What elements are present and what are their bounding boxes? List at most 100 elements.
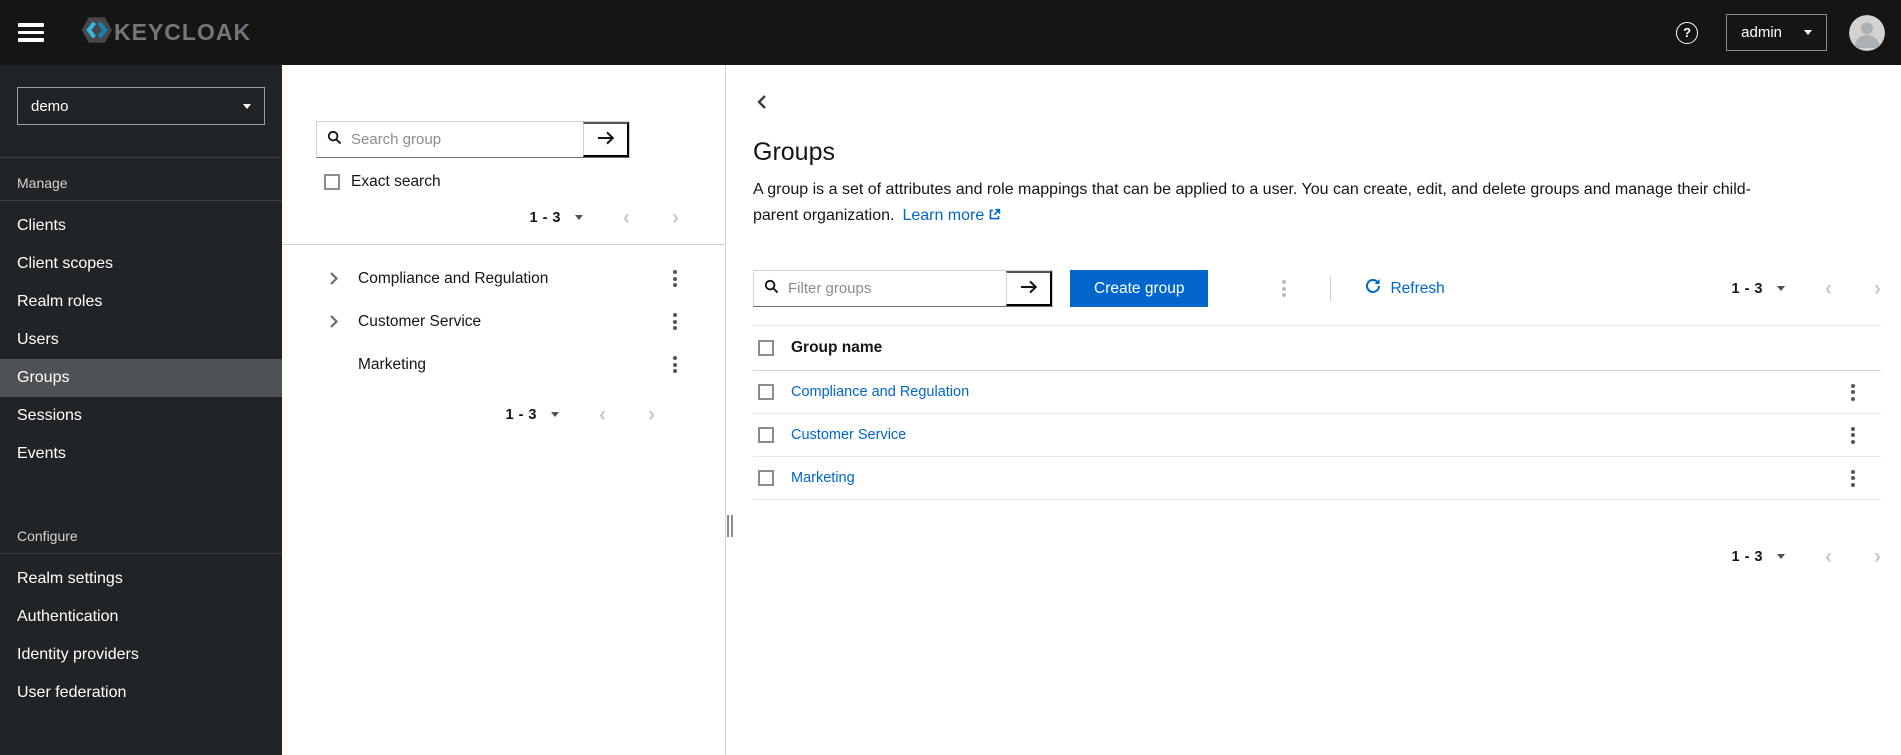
pagination-prev-icon[interactable]: ‹ xyxy=(599,404,606,425)
sidebar-item-client-scopes[interactable]: Client scopes xyxy=(0,245,282,283)
filter-groups-submit-button[interactable] xyxy=(1006,271,1052,307)
select-all-checkbox[interactable] xyxy=(758,340,774,357)
refresh-icon xyxy=(1365,278,1381,299)
sidebar-item-users[interactable]: Users xyxy=(0,321,282,359)
kebab-menu-icon[interactable] xyxy=(671,354,679,375)
splitter-drag-handle-icon[interactable] xyxy=(727,515,733,537)
realm-selector-value: demo xyxy=(31,97,69,115)
refresh-button[interactable]: Refresh xyxy=(1365,278,1445,299)
group-link[interactable]: Marketing xyxy=(791,470,855,486)
group-tree-panel: Exact search 1 - 3 ‹ › Compliance and Re… xyxy=(282,65,725,755)
table-pagination-bottom: 1 - 3 ‹ › xyxy=(753,546,1881,567)
filter-groups-control xyxy=(753,270,1053,308)
topbar: KEYCLOAK ? admin xyxy=(0,0,1901,65)
table-header-row: Group name xyxy=(753,326,1881,372)
tree-item-label[interactable]: Compliance and Regulation xyxy=(358,270,671,288)
collapse-panel-chevron-left-icon[interactable] xyxy=(753,93,770,114)
row-checkbox[interactable] xyxy=(758,470,774,487)
divider xyxy=(1330,275,1332,302)
tree-item-compliance-and-regulation: Compliance and Regulation xyxy=(282,257,725,300)
page-description: A group is a set of attributes and role … xyxy=(753,181,1751,224)
pagination-range-toggle[interactable]: 1 - 3 xyxy=(505,407,559,423)
group-search-control xyxy=(316,121,630,158)
kebab-menu-icon[interactable] xyxy=(671,311,679,332)
row-kebab-menu-icon[interactable] xyxy=(1849,382,1857,403)
row-kebab-menu-icon[interactable] xyxy=(1849,425,1857,446)
page-title: Groups xyxy=(753,138,835,166)
sidebar-item-sessions[interactable]: Sessions xyxy=(0,397,282,435)
sidebar-item-clients[interactable]: Clients xyxy=(0,207,282,245)
pagination-prev-icon[interactable]: ‹ xyxy=(623,207,630,228)
table-row: Compliance and Regulation xyxy=(753,371,1881,415)
pagination-prev-icon[interactable]: ‹ xyxy=(1825,546,1832,567)
column-header-group-name: Group name xyxy=(791,339,883,357)
tree-item-label[interactable]: Customer Service xyxy=(358,313,671,331)
group-search-input[interactable] xyxy=(351,131,573,148)
nav-toggle-hamburger-icon[interactable] xyxy=(18,23,44,42)
groups-table: Group name Compliance and Regulation Cus… xyxy=(753,325,1881,501)
help-icon[interactable]: ? xyxy=(1676,21,1699,44)
arrow-right-icon xyxy=(1020,280,1038,297)
exact-search-checkbox[interactable] xyxy=(324,174,340,190)
toolbar-kebab-menu-icon[interactable] xyxy=(1280,278,1288,299)
panel-resize-splitter[interactable] xyxy=(725,65,733,755)
caret-down-icon xyxy=(575,215,583,220)
pagination-prev-icon[interactable]: ‹ xyxy=(1825,278,1832,299)
refresh-label: Refresh xyxy=(1390,279,1445,297)
avatar[interactable] xyxy=(1849,14,1885,51)
sidebar-item-groups[interactable]: Groups xyxy=(0,359,282,397)
tree-pagination-top: 1 - 3 ‹ › xyxy=(282,207,725,228)
learn-more-link[interactable]: Learn more xyxy=(902,207,1001,224)
sidebar-item-realm-roles[interactable]: Realm roles xyxy=(0,283,282,321)
kebab-menu-icon[interactable] xyxy=(671,268,679,289)
sidebar-item-identity-providers[interactable]: Identity providers xyxy=(0,636,282,674)
expand-chevron-right-icon[interactable] xyxy=(330,272,348,285)
search-icon xyxy=(327,130,342,150)
pagination-next-icon[interactable]: › xyxy=(648,404,655,425)
pagination-next-icon[interactable]: › xyxy=(672,207,679,228)
pagination-next-icon[interactable]: › xyxy=(1874,546,1881,567)
brand-text: KEYCLOAK xyxy=(114,19,252,45)
filter-groups-input[interactable] xyxy=(788,280,996,298)
caret-down-icon xyxy=(243,103,251,109)
groups-toolbar: Create group Refresh 1 - 3 ‹ › xyxy=(753,270,1881,308)
caret-down-icon xyxy=(1777,286,1785,292)
user-menu-label: admin xyxy=(1741,24,1782,41)
tree-item-marketing: Marketing xyxy=(282,343,725,386)
nav-section-configure: Configure xyxy=(17,528,78,544)
pagination-range-toggle[interactable]: 1 - 3 xyxy=(529,210,583,226)
sidebar-item-authentication[interactable]: Authentication xyxy=(0,598,282,636)
table-row: Customer Service xyxy=(753,414,1881,458)
row-checkbox[interactable] xyxy=(758,384,774,401)
sidebar: demo Manage Clients Client scopes Realm … xyxy=(0,65,282,755)
search-icon xyxy=(764,279,779,299)
table-row: Marketing xyxy=(753,457,1881,501)
row-kebab-menu-icon[interactable] xyxy=(1849,468,1857,489)
sidebar-item-user-federation[interactable]: User federation xyxy=(0,674,282,712)
row-checkbox[interactable] xyxy=(758,427,774,444)
user-menu-dropdown[interactable]: admin xyxy=(1726,14,1827,51)
group-link[interactable]: Compliance and Regulation xyxy=(791,384,969,400)
group-search-submit-button[interactable] xyxy=(583,122,629,157)
keycloak-hexagon-icon xyxy=(72,12,112,53)
caret-down-icon xyxy=(551,412,559,417)
arrow-right-icon xyxy=(597,131,615,148)
keycloak-logo: KEYCLOAK xyxy=(72,12,251,53)
pagination-range-toggle[interactable]: 1 - 3 xyxy=(1731,281,1785,297)
expand-chevron-right-icon[interactable] xyxy=(330,315,348,328)
sidebar-item-events[interactable]: Events xyxy=(0,435,282,473)
caret-down-icon xyxy=(1804,30,1812,35)
tree-pagination-bottom: 1 - 3 ‹ › xyxy=(282,404,725,425)
pagination-range-toggle[interactable]: 1 - 3 xyxy=(1731,549,1785,565)
tree-item-label[interactable]: Marketing xyxy=(358,356,671,374)
sidebar-item-realm-settings[interactable]: Realm settings xyxy=(0,560,282,598)
realm-selector[interactable]: demo xyxy=(17,87,265,125)
external-link-icon xyxy=(989,208,1001,219)
groups-main-panel: Groups A group is a set of attributes an… xyxy=(733,65,1901,755)
create-group-button[interactable]: Create group xyxy=(1070,270,1209,308)
exact-search-label: Exact search xyxy=(351,173,441,190)
group-link[interactable]: Customer Service xyxy=(791,427,906,443)
toolbar-pagination: 1 - 3 ‹ › xyxy=(1731,278,1881,299)
pagination-next-icon[interactable]: › xyxy=(1874,278,1881,299)
caret-down-icon xyxy=(1777,554,1785,560)
